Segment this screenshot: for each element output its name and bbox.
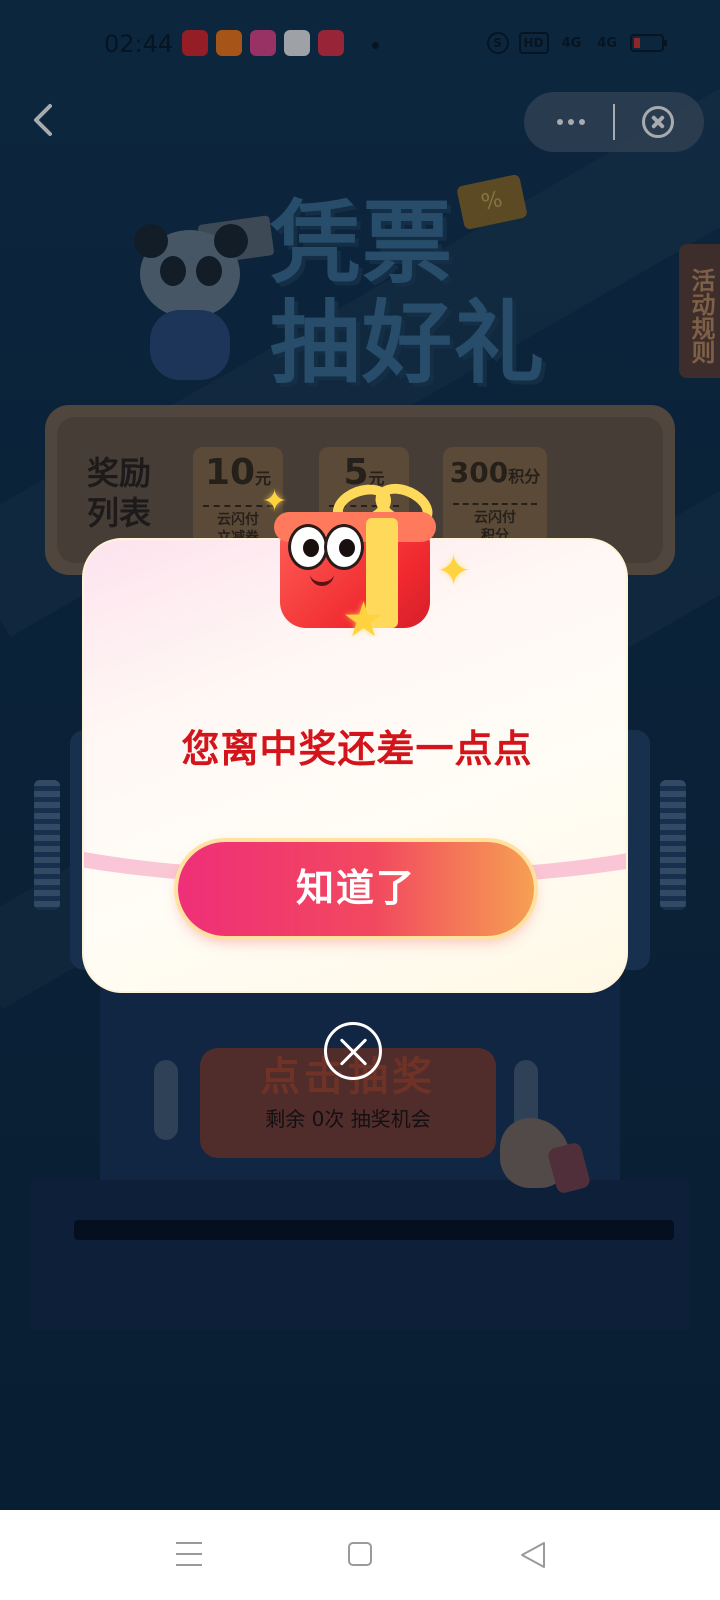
home-icon[interactable] xyxy=(348,1542,372,1566)
sparkle-star-icon: ✦ xyxy=(262,484,288,519)
back-triangle-icon[interactable] xyxy=(518,1540,548,1570)
got-it-button[interactable]: 知道了 xyxy=(178,842,534,936)
result-message: 您离中奖还差一点点 xyxy=(181,727,533,771)
sparkle-star-icon: ★ xyxy=(342,592,386,648)
system-nav-bar xyxy=(0,1510,720,1600)
sparkle-star-icon: ✦ xyxy=(436,546,472,595)
menu-icon[interactable] xyxy=(176,1542,202,1566)
dialog-close-button[interactable] xyxy=(324,1022,382,1080)
